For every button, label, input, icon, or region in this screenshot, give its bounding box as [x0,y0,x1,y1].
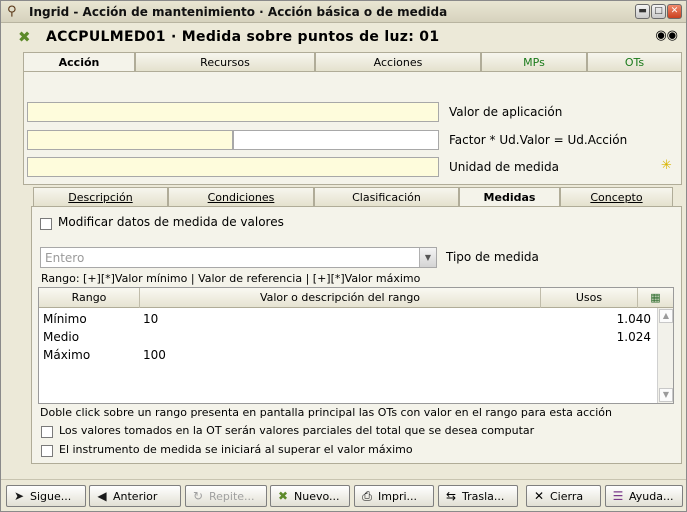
medidas-panel: Modificar datos de medida de valores Ent… [31,206,682,464]
new-icon: ✖ [277,489,289,503]
ayuda-button[interactable]: ☰ Ayuda... [605,485,683,507]
sigue-button[interactable]: ➤ Sigue... [6,485,86,507]
app-icon: ⚲ [7,3,17,19]
table-row[interactable]: Medio 1.024 [39,328,657,346]
cell-rango: Máximo [43,348,91,362]
instrumento-checkbox[interactable] [41,445,53,457]
cell-valor: 10 [143,312,159,326]
column-rango[interactable]: Rango [39,288,140,308]
ayuda-label: Ayuda... [629,490,674,503]
imprime-label: Impri... [378,490,418,503]
cell-valor: 100 [143,348,166,362]
excel-export-icon[interactable]: ▦ [638,288,673,308]
main-tabs: Acción Recursos Acciones MPs OTs [23,52,682,73]
close-x-icon: ✕ [533,489,545,503]
table-scrollbar[interactable]: ▲ ▼ [657,308,673,403]
parciales-label: Los valores tomados en la OT serán valor… [59,424,535,437]
tab-medidas[interactable]: Medidas [459,187,560,207]
ud-valor-input[interactable] [233,130,439,150]
column-valor[interactable]: Valor o descripción del rango [140,288,541,308]
tab-concepto[interactable]: Concepto [560,187,673,207]
repite-label: Repite... [209,490,255,503]
anterior-label: Anterior [113,490,158,503]
anterior-button[interactable]: ◀ Anterior [89,485,181,507]
repite-button[interactable]: ↻ Repite... [185,485,267,507]
traslada-label: Trasla... [462,490,505,503]
main-window: ⚲ Ingrid - Acción de mantenimiento · Acc… [0,0,687,512]
nuevo-button[interactable]: ✖ Nuevo... [270,485,350,507]
title-bar: ⚲ Ingrid - Acción de mantenimiento · Acc… [1,1,686,23]
help-book-icon: ☰ [612,489,624,503]
tipo-medida-select[interactable]: Entero ▼ [40,247,437,268]
unidad-medida-label: Unidad de medida [449,160,559,174]
valor-aplicacion-input[interactable] [27,102,439,122]
repeat-icon: ↻ [192,489,204,503]
modificar-label: Modificar datos de medida de valores [58,215,284,229]
cell-rango: Medio [43,330,80,344]
cierra-label: Cierra [550,490,584,503]
unidad-medida-input[interactable] [27,157,439,177]
instrumento-label: El instrumento de medida se iniciará al … [59,443,413,456]
star-icon[interactable]: ✳ [661,158,672,173]
window-controls: ▬ □ ✕ [635,4,682,19]
arrow-right-icon: ➤ [13,489,25,503]
record-title: ACCPULMED01 · Medida sobre puntos de luz… [46,29,440,45]
window-title: Ingrid - Acción de mantenimiento · Acció… [29,4,448,19]
tab-clasificacion[interactable]: Clasificación [314,187,459,207]
modificar-checkbox[interactable] [40,218,52,230]
tab-descripcion-label: Descripción [68,191,133,204]
table-row[interactable]: Mínimo 10 1.040 [39,310,657,328]
parciales-checkbox[interactable] [41,426,53,438]
binoculars-icon[interactable]: ◉◉ [655,28,678,43]
tipo-medida-value: Entero [45,251,85,265]
tab-accion[interactable]: Acción [23,52,135,73]
tipo-medida-label: Tipo de medida [446,250,539,264]
rangos-table: Rango Valor o descripción del rango Usos… [38,287,674,404]
close-icon[interactable]: ✕ [667,4,682,19]
sub-tabs: Descripción Condiciones Clasificación Me… [33,187,673,207]
arrow-left-icon: ◀ [97,489,107,503]
action-toolbar: ➤ Sigue... ◀ Anterior ↻ Repite... ✖ Nuevo...… [1,479,686,511]
tab-descripcion[interactable]: Descripción [33,187,168,207]
rango-help: Rango: [+][*]Valor mínimo | Valor de ref… [41,272,421,285]
nuevo-label: Nuevo... [294,490,340,503]
tab-ots[interactable]: OTs [587,52,682,72]
action-icon: ✖ [18,28,31,46]
cell-usos: 1.040 [616,312,651,326]
cell-usos: 1.024 [616,330,651,344]
record-header: ✖ ACCPULMED01 · Medida sobre puntos de l… [1,24,686,50]
tab-condiciones[interactable]: Condiciones [168,187,314,207]
traslada-button[interactable]: ⇆ Trasla... [438,485,518,507]
tab-acciones[interactable]: Acciones [315,52,481,72]
maximize-icon[interactable]: □ [651,4,666,19]
tab-recursos[interactable]: Recursos [135,52,315,72]
printer-icon: ⎙ [362,489,372,503]
tab-mps[interactable]: MPs [481,52,587,72]
valor-aplicacion-label: Valor de aplicación [449,105,563,119]
tab-concepto-label: Concepto [590,191,643,204]
minimize-icon[interactable]: ▬ [635,4,650,19]
table-row[interactable]: Máximo 100 [39,346,657,364]
column-usos[interactable]: Usos [541,288,638,308]
sigue-label: Sigue... [30,490,72,503]
table-header: Rango Valor o descripción del rango Usos… [39,288,673,308]
double-click-note: Doble click sobre un rango presenta en p… [40,406,612,419]
accion-form: Valor de aplicación Factor * Ud.Valor = … [23,71,682,185]
scroll-down-icon[interactable]: ▼ [659,388,673,402]
dropdown-arrow-icon[interactable]: ▼ [419,248,436,267]
scroll-up-icon[interactable]: ▲ [659,309,673,323]
tab-condiciones-label: Condiciones [207,191,275,204]
factor-label: Factor * Ud.Valor = Ud.Acción [449,133,628,147]
imprime-button[interactable]: ⎙ Impri... [354,485,434,507]
transfer-icon: ⇆ [445,489,457,503]
factor-input[interactable] [27,130,233,150]
cell-rango: Mínimo [43,312,87,326]
cierra-button[interactable]: ✕ Cierra [526,485,601,507]
